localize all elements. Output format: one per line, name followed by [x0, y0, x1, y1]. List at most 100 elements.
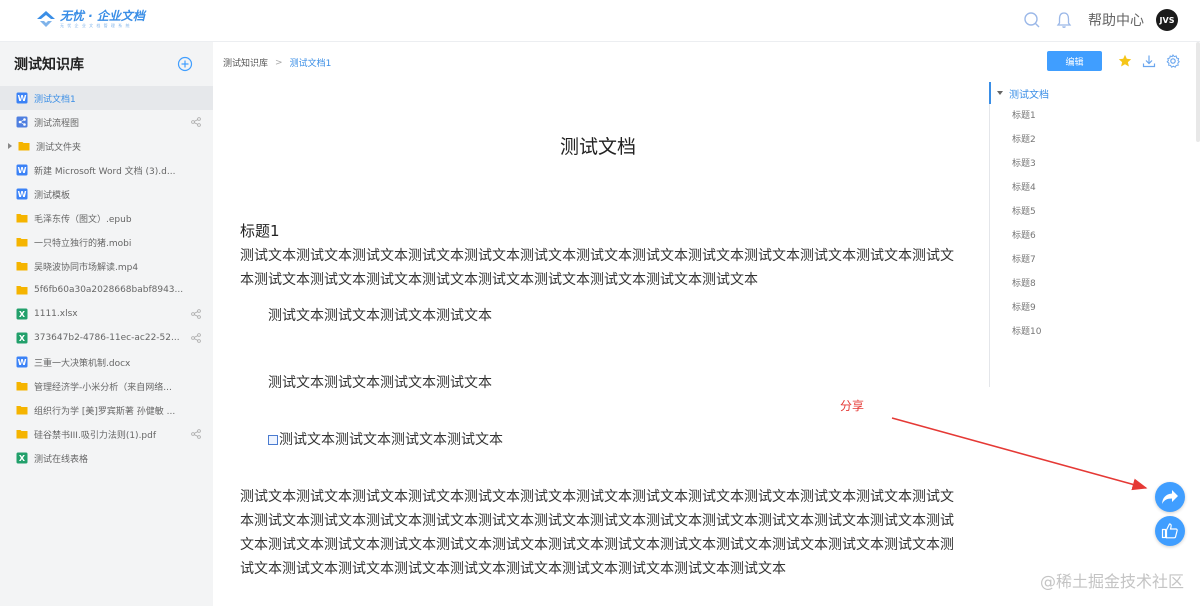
caret-down-icon — [997, 91, 1003, 95]
file-name: 毛泽东传（图文）.epub — [34, 214, 132, 225]
file-item[interactable]: W 新建 Microsoft Word 文档 (3).d... — [0, 158, 213, 182]
folder-icon — [16, 406, 28, 415]
bell-icon[interactable] — [1054, 10, 1074, 30]
page-scrollbar[interactable] — [1196, 42, 1200, 142]
toc-root-label: 测试文档 — [1009, 89, 1049, 101]
logo-icon — [37, 11, 55, 27]
file-item[interactable]: 测试文件夹 — [0, 134, 213, 158]
share-arrow-icon — [1162, 490, 1178, 504]
caret-right-icon[interactable] — [8, 143, 12, 149]
word-doc-icon: W — [16, 356, 28, 368]
share-button[interactable] — [1155, 482, 1185, 512]
file-item[interactable]: 吴晓波协同市场解读.mp4 — [0, 254, 213, 278]
word-doc-icon: W — [16, 92, 28, 104]
file-name: 5f6fb60a30a2028668babf8943... — [34, 285, 184, 295]
file-name: 管理经济学-小米分析（来自网络... — [34, 382, 172, 393]
share-annotation-label: 分享 — [840, 399, 865, 413]
logo-subtitle: 无 忧 企 业 文 档 管 理 系 统 — [60, 23, 131, 28]
svg-text:X: X — [19, 310, 26, 319]
paragraph-2: 测试文本测试文本测试文本测试文本测试文本测试文本测试文本测试文本测试文本测试文本… — [240, 489, 954, 577]
file-item[interactable]: X 测试在线表格 — [0, 446, 213, 470]
like-button[interactable] — [1155, 516, 1185, 546]
sidebar-header: 测试知识库 — [0, 42, 213, 86]
breadcrumb-separator: > — [275, 57, 283, 68]
breadcrumb-root[interactable]: 测试知识库 — [223, 56, 268, 69]
document-toolbar: 编辑 — [1047, 51, 1180, 71]
annotation-arrow — [891, 417, 1148, 491]
file-item[interactable]: W 测试文档1 — [0, 86, 213, 110]
toc-item[interactable]: 标题9 — [990, 296, 1189, 320]
file-item[interactable]: 管理经济学-小米分析（来自网络... — [0, 374, 213, 398]
folder-icon — [18, 142, 30, 151]
file-name: 一只特立独行的猪.mobi — [34, 238, 132, 249]
toc-item[interactable]: 标题10 — [990, 320, 1189, 344]
table-of-contents: 测试文档 标题1 标题2 标题3 标题4 标题5 标题6 标题7 标题8 标题9 标题10 — [989, 82, 1189, 387]
file-item[interactable]: X 373647b2-4786-11ec-ac22-52... — [0, 326, 213, 350]
checkbox[interactable] — [268, 435, 278, 445]
sidebar: 测试知识库 W 测试文档1 测试流程图测试文件夹 W 新建 Microsoft Word… — [0, 42, 213, 606]
breadcrumb: 测试知识库 > 测试文档1 — [223, 56, 332, 70]
folder-icon — [16, 238, 28, 247]
help-center-link[interactable]: 帮助中心 — [1088, 10, 1144, 30]
settings-icon[interactable] — [1166, 54, 1180, 68]
edit-button[interactable]: 编辑 — [1047, 51, 1102, 71]
breadcrumb-current: 测试文档1 — [289, 59, 332, 69]
file-item[interactable]: 测试流程图 — [0, 110, 213, 134]
excel-sheet-icon: X — [16, 308, 28, 320]
share-icon[interactable] — [191, 309, 201, 319]
file-name: 测试文件夹 — [36, 142, 82, 153]
folder-icon — [16, 262, 28, 271]
checklist-item: 测试文本测试文本测试文本测试文本 — [268, 429, 503, 449]
file-name: 测试模板 — [34, 190, 71, 201]
svg-text:W: W — [18, 190, 27, 199]
excel-sheet-icon: X — [16, 332, 28, 344]
avatar[interactable]: JVS — [1156, 9, 1178, 31]
file-name: 373647b2-4786-11ec-ac22-52... — [34, 333, 180, 343]
svg-text:X: X — [19, 334, 26, 343]
toc-item[interactable]: 标题4 — [990, 176, 1189, 200]
folder-icon — [16, 382, 28, 391]
toc-item[interactable]: 标题2 — [990, 128, 1189, 152]
toc-item[interactable]: 标题7 — [990, 248, 1189, 272]
toc-item[interactable]: 标题1 — [990, 104, 1189, 128]
knowledge-base-title: 测试知识库 — [14, 57, 84, 73]
svg-text:W: W — [18, 94, 27, 103]
file-item[interactable]: 硅谷禁书III.吸引力法则(1).pdf — [0, 422, 213, 446]
indented-text-1: 测试文本测试文本测试文本测试文本 — [268, 308, 492, 324]
add-circle-icon[interactable] — [177, 56, 193, 72]
file-list: W 测试文档1 测试流程图测试文件夹 W 新建 Microsoft Word 文档 (3… — [0, 86, 213, 470]
file-item[interactable]: 5f6fb60a30a2028668babf8943... — [0, 278, 213, 302]
folder-icon — [16, 214, 28, 223]
share-icon[interactable] — [191, 117, 201, 127]
share-icon[interactable] — [191, 429, 201, 439]
share-icon[interactable] — [191, 333, 201, 343]
watermark: @稀土掘金技术社区 — [1039, 572, 1184, 591]
word-doc-icon: W — [16, 188, 28, 200]
file-name: 硅谷禁书III.吸引力法则(1).pdf — [34, 430, 157, 441]
star-icon[interactable] — [1118, 54, 1132, 68]
toc-item[interactable]: 标题8 — [990, 272, 1189, 296]
toc-item[interactable]: 标题6 — [990, 224, 1189, 248]
logo[interactable]: 无忧 · 企业文档 无 忧 企 业 文 档 管 理 系 统 — [36, 10, 145, 28]
checklist-text: 测试文本测试文本测试文本测试文本 — [279, 432, 503, 448]
file-item[interactable]: 一只特立独行的猪.mobi — [0, 230, 213, 254]
file-item[interactable]: X 1111.xlsx — [0, 302, 213, 326]
top-bar: 无忧 · 企业文档 无 忧 企 业 文 档 管 理 系 统 帮助中心 JVS — [0, 0, 1200, 42]
download-icon[interactable] — [1142, 54, 1156, 68]
file-item[interactable]: W 三重一大决策机制.docx — [0, 350, 213, 374]
document-title: 测试文档 — [560, 136, 637, 158]
svg-text:W: W — [18, 166, 27, 175]
file-name: 测试在线表格 — [34, 454, 89, 465]
toc-item[interactable]: 标题3 — [990, 152, 1189, 176]
toc-root[interactable]: 测试文档 — [989, 82, 1189, 104]
toc-item[interactable]: 标题5 — [990, 200, 1189, 224]
excel-sheet-icon: X — [16, 452, 28, 464]
file-item[interactable]: W 测试模板 — [0, 182, 213, 206]
file-name: 三重一大决策机制.docx — [34, 358, 131, 369]
search-icon[interactable] — [1022, 10, 1042, 30]
file-item[interactable]: 组织行为学 [美]罗宾斯著 孙健敏 ... — [0, 398, 213, 422]
thumbs-up-icon — [1161, 523, 1178, 539]
file-name: 测试流程图 — [34, 118, 80, 129]
file-item[interactable]: 毛泽东传（图文）.epub — [0, 206, 213, 230]
file-name: 1111.xlsx — [34, 309, 78, 319]
